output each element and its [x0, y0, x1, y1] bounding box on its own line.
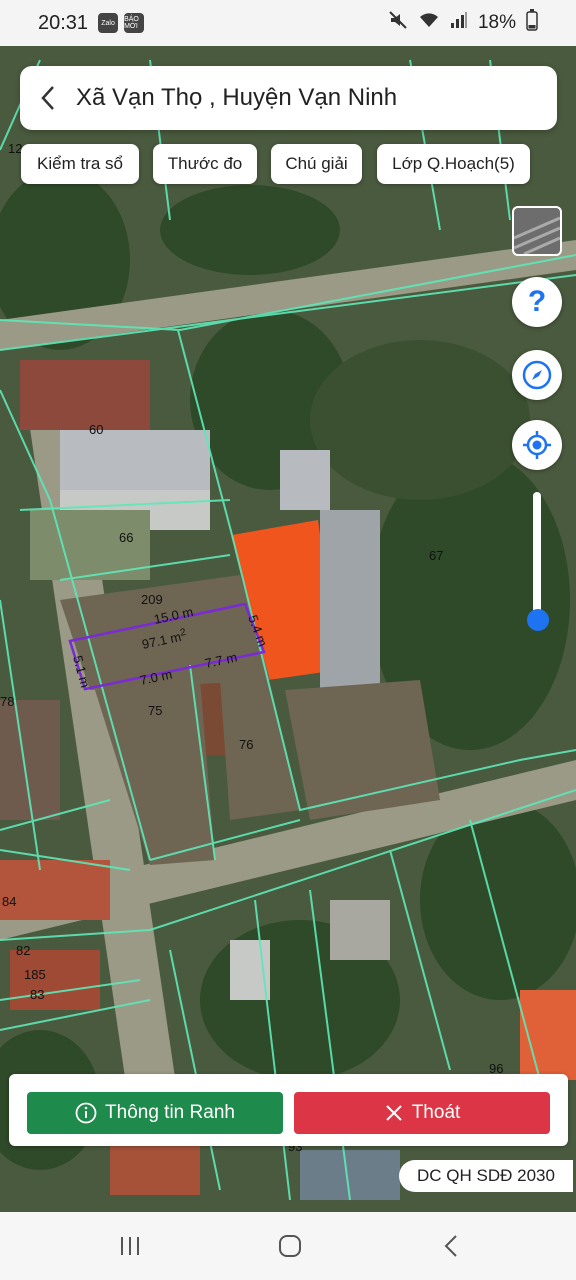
measure-button[interactable]: Thước đo — [153, 144, 257, 184]
question-icon: ? — [527, 285, 547, 318]
parcel-number: 82 — [16, 943, 30, 958]
parcel-number: 60 — [89, 422, 103, 437]
system-nav-bar — [0, 1212, 576, 1280]
location-header: Xã Vạn Thọ , Huyện Vạn Ninh — [20, 66, 557, 130]
battery-text: 18% — [477, 12, 516, 33]
chevron-left-icon — [41, 86, 54, 110]
back-nav-icon[interactable] — [442, 1234, 462, 1258]
home-icon[interactable] — [278, 1234, 302, 1258]
map-thumbnail-icon — [514, 216, 560, 254]
check-book-button[interactable]: Kiểm tra sổ — [21, 144, 139, 184]
compass-icon — [522, 360, 552, 390]
satellite-map[interactable]: 12 60 66 67 209 75 76 78 84 82 185 83 96… — [0, 46, 576, 1212]
boundary-info-button[interactable]: Thông tin Ranh — [27, 1092, 283, 1134]
boundary-info-label: Thông tin Ranh — [105, 1102, 235, 1123]
legend-button[interactable]: Chú giải — [271, 144, 362, 184]
baomoi-icon: BÁO MỚI — [124, 13, 145, 33]
map-canvas: 12 60 66 67 209 75 76 78 84 82 185 83 96… — [0, 46, 576, 1212]
info-icon — [75, 1102, 97, 1124]
location-title: Xã Vạn Thọ , Huyện Vạn Ninh — [76, 84, 398, 111]
status-bar: 20:31 Zalo BÁO MỚI 18% — [0, 0, 576, 46]
zoom-slider-knob[interactable] — [527, 609, 549, 631]
mute-icon — [388, 10, 408, 36]
parcel-number: 76 — [239, 737, 253, 752]
parcel-number: 66 — [119, 530, 133, 545]
close-icon — [385, 1105, 402, 1121]
locate-button[interactable] — [512, 420, 562, 470]
parcel-number: 83 — [30, 987, 44, 1002]
zalo-icon: Zalo — [98, 13, 119, 33]
recent-apps-icon[interactable] — [118, 1234, 142, 1258]
map-type-toggle[interactable] — [512, 206, 562, 256]
help-button[interactable]: ? — [512, 277, 562, 327]
parcel-number: 78 — [0, 694, 14, 709]
exit-label: Thoát — [411, 1102, 461, 1123]
zoom-slider-track[interactable] — [533, 492, 541, 622]
signal-icon — [450, 11, 468, 35]
parcel-number: 67 — [429, 548, 443, 563]
plan-badge: DC QH SDĐ 2030 — [399, 1160, 573, 1192]
battery-icon — [526, 9, 538, 37]
action-panel: Thông tin Ranh Thoát — [9, 1074, 568, 1146]
compass-button[interactable] — [512, 350, 562, 400]
parcel-number: 75 — [148, 703, 162, 718]
back-button[interactable] — [20, 66, 76, 130]
exit-button[interactable]: Thoát — [294, 1092, 550, 1134]
clock: 20:31 — [38, 11, 89, 34]
wifi-icon — [418, 11, 440, 35]
locate-icon — [523, 431, 551, 459]
planning-layer-button[interactable]: Lớp Q.Hoạch(5) — [377, 144, 530, 184]
parcel-number: 84 — [2, 894, 16, 909]
parcel-number: 185 — [24, 967, 46, 982]
parcel-number: 209 — [141, 592, 163, 607]
